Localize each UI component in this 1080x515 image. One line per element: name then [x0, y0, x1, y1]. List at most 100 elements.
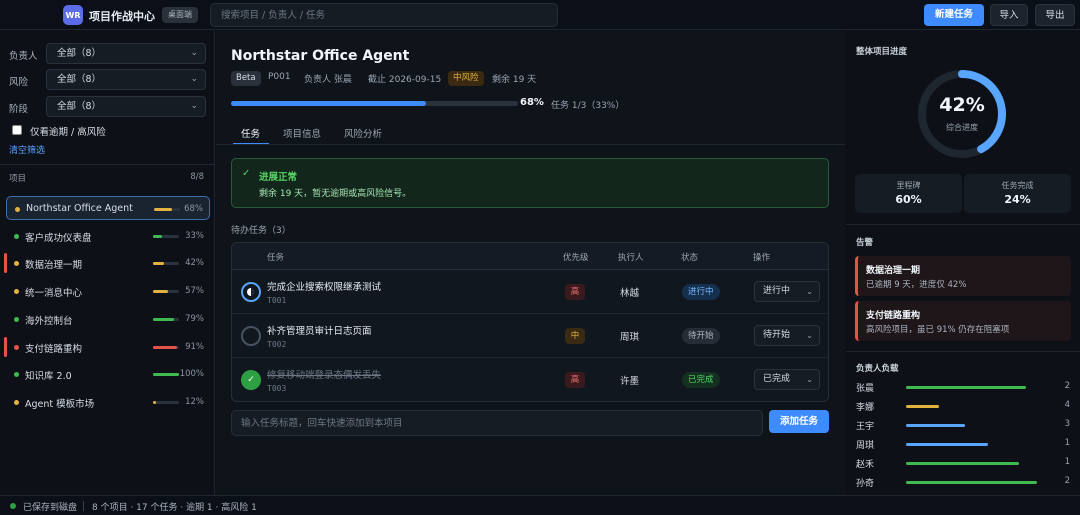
- alert-subtitle: 已逾期 9 天，进度仅 42%: [866, 280, 967, 290]
- status-subtitle: 剩余 19 天，暂无逾期或高风险信号。: [259, 189, 412, 199]
- task-status-select[interactable]: 进行中 ⌄: [754, 281, 820, 302]
- export-button[interactable]: 导出: [1035, 4, 1075, 26]
- task-complete-toggle[interactable]: ✓: [241, 370, 261, 390]
- project-status-dot: [14, 233, 19, 239]
- alerts-header: 告警: [856, 238, 874, 248]
- alert-card[interactable]: 数据治理一期 已逾期 9 天，进度仅 42%: [855, 256, 1071, 296]
- project-item[interactable]: 海外控制台 79%: [6, 307, 210, 331]
- owner-filter-select[interactable]: 全部（8） ⌄: [46, 43, 206, 64]
- clear-filters-link[interactable]: 清空筛选: [9, 143, 45, 156]
- chevron-down-icon: ⌄: [190, 48, 198, 58]
- chevron-down-icon: ⌄: [190, 74, 198, 84]
- alert-subtitle: 高风险项目，虽已 91% 仍存在阻塞项: [866, 325, 1010, 335]
- status-banner: ✓ 进展正常 剩余 19 天，暂无逾期或高风险信号。: [231, 158, 829, 208]
- task-done-value: 24%: [1004, 193, 1031, 206]
- alert-card[interactable]: 支付链路重构 高风险项目，虽已 91% 仍存在阻塞项: [855, 301, 1071, 341]
- overall-progress-label: 综合进度: [946, 123, 978, 132]
- project-item[interactable]: 客户成功仪表盘 33%: [6, 224, 210, 248]
- tab-tasks[interactable]: 任务: [241, 126, 260, 140]
- project-item[interactable]: Agent 模板市场 12%: [6, 390, 210, 414]
- project-detail: Northstar Office Agent Beta P001 负责人 张晨 …: [216, 31, 845, 495]
- project-progress-pct: 68%: [184, 204, 203, 214]
- table-header: 任务 优先级 执行人 状态 操作: [232, 243, 828, 270]
- project-progress-fill: [231, 101, 427, 106]
- project-item[interactable]: 支付链路重构 91%: [4, 335, 210, 359]
- new-task-button[interactable]: 新建任务: [924, 4, 984, 26]
- project-item[interactable]: Northstar Office Agent 68%: [6, 196, 210, 220]
- import-button[interactable]: 导入: [990, 4, 1028, 26]
- owner-name: 王宇: [856, 422, 875, 432]
- search-input[interactable]: [210, 3, 558, 27]
- task-count: 1: [1064, 457, 1070, 467]
- project-item[interactable]: 数据治理一期 42%: [4, 251, 210, 275]
- stage-filter-select[interactable]: 全部（8） ⌄: [46, 96, 206, 117]
- project-progress-pct: 33%: [185, 230, 204, 241]
- project-progress-fill: [153, 317, 174, 321]
- divider: [216, 144, 845, 145]
- workload-bar: [906, 443, 988, 446]
- project-progress-fill: [153, 400, 157, 404]
- project-progress-pct: 12%: [185, 396, 204, 407]
- workload-row: 李娜 4: [856, 398, 1070, 414]
- workload-bar: [906, 386, 1026, 389]
- project-item[interactable]: 统一消息中心 57%: [6, 279, 210, 303]
- tab-risk-analysis[interactable]: 风险分析: [344, 126, 382, 140]
- add-task-button[interactable]: 添加任务: [769, 410, 829, 433]
- workload-bar: [906, 424, 965, 427]
- project-name: 数据治理一期: [25, 260, 83, 272]
- task-status-select[interactable]: 已完成 ⌄: [754, 369, 820, 390]
- remaining-days: 剩余 19 天: [492, 75, 537, 85]
- column-header-assignee: 执行人: [618, 253, 644, 263]
- project-status-dot: [14, 344, 19, 350]
- project-owner: 负责人 张晨: [304, 75, 352, 85]
- task-status-value: 进行中: [763, 286, 791, 296]
- project-tasks-summary: 任务 1/3（33%）: [551, 101, 625, 111]
- alert-marker: [4, 253, 7, 274]
- task-done-label: 任务完成: [1001, 181, 1034, 190]
- project-status-dot: [14, 372, 19, 378]
- project-progress-pct: 91%: [185, 341, 204, 352]
- tab-project-info[interactable]: 项目信息: [283, 126, 321, 140]
- workload-row: 王宇 3: [856, 417, 1070, 433]
- task-id: T003: [267, 384, 287, 393]
- saved-status-icon: [10, 503, 16, 509]
- risk-filter-select[interactable]: 全部（8） ⌄: [46, 69, 206, 90]
- milestone-card: 里程碑 60%: [855, 174, 962, 213]
- task-assignee: 许墨: [620, 376, 640, 387]
- project-status-dot: [14, 289, 19, 295]
- task-complete-toggle[interactable]: [241, 326, 261, 346]
- project-item[interactable]: 知识库 2.0 100%: [6, 362, 210, 386]
- priority-badge: 高: [565, 284, 585, 300]
- chevron-down-icon: ⌄: [806, 287, 813, 296]
- project-progress-bar: [153, 373, 179, 377]
- projects-header: 项目: [9, 174, 27, 184]
- owner-name: 张晨: [856, 384, 875, 394]
- task-complete-toggle[interactable]: [241, 282, 261, 302]
- overdue-only-checkbox[interactable]: [12, 125, 22, 135]
- status-badge: 待开始: [682, 328, 720, 344]
- projects-count: 8/8: [190, 172, 204, 182]
- check-icon: ✓: [242, 168, 251, 179]
- task-assignee: 周琪: [620, 332, 640, 343]
- table-row: ✓ 修复移动端登录态偶发丢失 T003 高 许墨 已完成 已完成 ⌄: [232, 358, 828, 401]
- workload-row: 孙奇 2: [856, 474, 1070, 490]
- project-name: Northstar Office Agent: [26, 203, 133, 214]
- alert-marker: [4, 336, 7, 357]
- task-status-value: 待开始: [763, 330, 791, 340]
- task-status-select[interactable]: 待开始 ⌄: [754, 325, 820, 346]
- alert-title: 数据治理一期: [866, 266, 921, 276]
- project-status-dot: [14, 316, 19, 322]
- project-due: 截止 2026-09-15: [368, 75, 442, 85]
- status-bar: 已保存到磁盘 8 个项目 · 17 个任务 · 逾期 1 · 高风险 1: [0, 495, 1080, 515]
- project-progress-pct: 57%: [185, 286, 204, 297]
- project-name: 客户成功仪表盘: [25, 232, 92, 244]
- status-title: 进展正常: [259, 172, 298, 183]
- project-progress-fill: [153, 290, 168, 294]
- project-status-dot: [14, 261, 19, 267]
- add-task-input[interactable]: [231, 410, 763, 436]
- workload-row: 张晨 2: [856, 379, 1070, 395]
- project-progress-bar: [154, 208, 180, 211]
- task-title: 补齐管理员审计日志页面: [267, 326, 372, 337]
- task-table: 任务 优先级 执行人 状态 操作 完成企业搜索权限继承测试 T001 高林越 进行中进…: [231, 242, 829, 402]
- divider: [0, 164, 214, 165]
